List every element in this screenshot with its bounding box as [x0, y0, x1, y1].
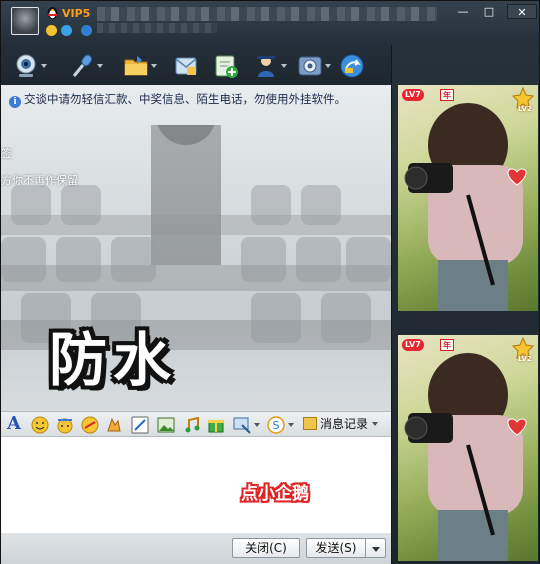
vip-badge: VIP5 — [62, 7, 91, 20]
message-input-text: 点小企鹅 — [241, 484, 309, 504]
add-group-icon — [215, 55, 238, 78]
emoji-icon[interactable] — [31, 416, 49, 434]
level-badge: LV7 — [402, 89, 424, 101]
shake-icon[interactable] — [105, 416, 123, 434]
doodle-icon[interactable] — [81, 416, 99, 434]
title-bar: VIP5 — □ ✕ — [1, 1, 540, 45]
contact-signature-redacted — [97, 23, 217, 33]
chevron-down-icon[interactable] — [288, 423, 294, 427]
image-icon[interactable] — [157, 416, 175, 434]
child-photo — [404, 353, 523, 561]
penguin-icon — [47, 7, 58, 19]
message-history-button[interactable]: 消息记录 — [303, 415, 379, 434]
tier-badge: LV2 — [518, 355, 532, 363]
star-icon — [46, 25, 57, 36]
main-toolbar — [9, 51, 389, 83]
chevron-down-icon — [372, 422, 379, 426]
music-icon[interactable] — [183, 416, 201, 434]
contact-name-redacted — [97, 7, 437, 21]
qq-show-image[interactable]: LV7 年 LV2 — [398, 85, 538, 311]
send-button[interactable]: 发送(S) — [306, 538, 366, 558]
chat-history-area[interactable]: i 交谈中请勿轻信汇款、中奖信息、陌生电话，勿使用外挂软件。 签 方你不再作保留 … — [1, 85, 391, 411]
chat-window: VIP5 — □ ✕ i 交谈中请勿轻信汇款、中奖信息、陌生电话，勿使用外挂软件… — [0, 0, 540, 564]
tier-badge: LV2 — [518, 105, 532, 113]
minimize-button[interactable]: — — [450, 4, 476, 19]
video-call-button[interactable] — [9, 51, 49, 83]
chevron-down-icon[interactable] — [325, 64, 331, 68]
heart-icon — [507, 418, 527, 436]
close-window-button[interactable]: ✕ — [507, 4, 537, 19]
year-badge: 年 — [440, 339, 454, 351]
settings-icon — [298, 56, 322, 76]
chevron-down-icon[interactable] — [254, 423, 260, 427]
chevron-down-icon[interactable] — [41, 64, 47, 68]
close-button[interactable]: 关闭(C) — [232, 538, 300, 558]
scribble-icon[interactable] — [131, 416, 149, 434]
webcam-icon — [16, 54, 36, 77]
voice-call-button[interactable] — [65, 51, 105, 83]
info-icon: i — [9, 96, 21, 108]
share-button[interactable] — [335, 51, 375, 83]
remote-icon — [257, 56, 275, 77]
qq-show-icon[interactable] — [81, 25, 92, 36]
send-file-button[interactable] — [119, 51, 159, 83]
send-options-button[interactable] — [366, 538, 386, 558]
qzone-icon[interactable] — [61, 25, 72, 36]
share-icon — [340, 54, 364, 78]
history-label: 消息记录 — [320, 417, 369, 431]
child-photo — [404, 103, 523, 311]
send-sms-button[interactable] — [169, 51, 209, 83]
year-badge: 年 — [440, 89, 454, 101]
microphone-icon — [72, 54, 93, 77]
security-notice-text: 交谈中请勿轻信汇款、中奖信息、陌生电话，勿使用外挂软件。 — [24, 92, 346, 106]
pay-icon[interactable]: S — [267, 416, 285, 434]
mail-icon — [175, 57, 197, 75]
format-toolbar: A S 消息记录 — [1, 411, 391, 437]
apps-button[interactable] — [293, 51, 333, 83]
profile-panel: LV7 年 LV2 LV7 年 LV2 — [391, 45, 539, 564]
chat-message-fragment: 方你不再作保留 — [1, 174, 78, 187]
security-notice: i 交谈中请勿轻信汇款、中奖信息、陌生电话，勿使用外挂软件。 — [9, 91, 346, 108]
qq-show-image[interactable]: LV7 年 LV2 — [398, 335, 538, 561]
folder-icon — [124, 56, 148, 76]
chevron-down-icon[interactable] — [97, 64, 103, 68]
create-group-button[interactable] — [209, 51, 249, 83]
maximize-button[interactable]: □ — [476, 4, 502, 19]
magic-emoji-icon[interactable] — [56, 416, 74, 434]
level-badge: LV7 — [402, 339, 424, 351]
chevron-down-icon[interactable] — [151, 64, 157, 68]
chat-big-text: 防水 — [49, 326, 178, 394]
screenshot-icon[interactable] — [233, 416, 251, 434]
heart-icon — [507, 168, 527, 186]
chevron-down-icon[interactable] — [281, 64, 287, 68]
message-input[interactable]: 点小企鹅 — [1, 437, 391, 533]
action-bar: 关闭(C) 发送(S) — [1, 533, 391, 564]
gift-icon[interactable] — [207, 416, 225, 434]
remote-assist-button[interactable] — [249, 51, 289, 83]
font-button[interactable]: A — [7, 413, 21, 434]
chat-message-fragment: 签 — [1, 147, 12, 160]
svg-text:S: S — [273, 419, 280, 432]
contact-avatar[interactable] — [11, 7, 39, 35]
history-icon — [303, 417, 317, 430]
